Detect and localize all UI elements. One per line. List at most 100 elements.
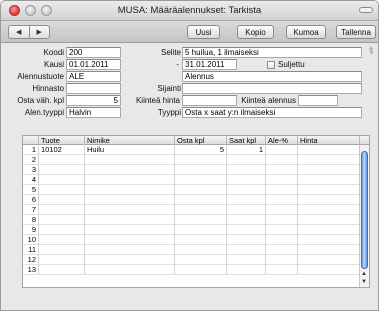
item-code-cell[interactable] <box>39 265 85 275</box>
description-field[interactable]: 5 huilua, 1 ilmaiseksi <box>182 47 362 58</box>
table-row[interactable]: 7 <box>23 205 369 215</box>
buy-qty-cell[interactable] <box>175 185 227 195</box>
table-row[interactable]: 8 <box>23 215 369 225</box>
item-code-cell[interactable] <box>39 165 85 175</box>
table-row[interactable]: 9 <box>23 225 369 235</box>
discount-pct-cell[interactable] <box>266 205 298 215</box>
get-qty-cell[interactable] <box>227 175 266 185</box>
scrollbar-thumb[interactable] <box>361 151 368 269</box>
price-cell[interactable] <box>298 265 360 275</box>
price-cell[interactable] <box>298 225 360 235</box>
item-code-cell[interactable] <box>39 155 85 165</box>
table-row[interactable]: 3 <box>23 165 369 175</box>
item-name-cell[interactable] <box>85 175 175 185</box>
buy-qty-cell[interactable] <box>175 205 227 215</box>
discount-pct-cell[interactable] <box>266 265 298 275</box>
scroll-down-arrow-icon[interactable]: ▼ <box>361 279 367 285</box>
column-header-buy-qty[interactable]: Osta kpl <box>175 136 227 145</box>
get-qty-cell[interactable] <box>227 185 266 195</box>
item-code-cell[interactable] <box>39 255 85 265</box>
discount-pct-cell[interactable] <box>266 145 298 155</box>
buy-qty-cell[interactable] <box>175 225 227 235</box>
item-code-cell[interactable] <box>39 225 85 235</box>
discount-item-field[interactable]: ALE <box>66 71 121 82</box>
closed-checkbox[interactable] <box>267 61 275 69</box>
item-name-cell[interactable] <box>85 195 175 205</box>
discount-pct-cell[interactable] <box>266 185 298 195</box>
buy-qty-cell[interactable] <box>175 265 227 275</box>
get-qty-cell[interactable] <box>227 205 266 215</box>
copy-button[interactable]: Kopio <box>237 25 274 39</box>
table-row[interactable]: 6 <box>23 195 369 205</box>
previous-record-button[interactable]: ◀ <box>9 26 29 38</box>
price-cell[interactable] <box>298 165 360 175</box>
fixed-discount-field[interactable] <box>298 95 338 106</box>
discount-pct-cell[interactable] <box>266 225 298 235</box>
item-code-cell[interactable] <box>39 195 85 205</box>
price-cell[interactable] <box>298 205 360 215</box>
item-code-cell[interactable] <box>39 185 85 195</box>
period-start-field[interactable]: 01.01.2011 <box>66 59 121 70</box>
item-name-cell[interactable]: Huilu <box>85 145 175 155</box>
discount-pct-cell[interactable] <box>266 155 298 165</box>
buy-qty-cell[interactable] <box>175 255 227 265</box>
get-qty-cell[interactable] <box>227 225 266 235</box>
table-row[interactable]: 2 <box>23 155 369 165</box>
table-row[interactable]: 13 <box>23 265 369 275</box>
get-qty-cell[interactable] <box>227 195 266 205</box>
column-header-price[interactable]: Hinta <box>298 136 360 145</box>
min-quantity-field[interactable]: 5 <box>66 95 121 106</box>
new-button[interactable]: Uusi <box>187 25 220 39</box>
item-name-cell[interactable] <box>85 225 175 235</box>
price-cell[interactable] <box>298 145 360 155</box>
item-code-cell[interactable] <box>39 205 85 215</box>
column-header-discount-pct[interactable]: Ale-% <box>266 136 298 145</box>
price-cell[interactable] <box>298 255 360 265</box>
item-name-cell[interactable] <box>85 185 175 195</box>
buy-qty-cell[interactable] <box>175 155 227 165</box>
buy-qty-cell[interactable] <box>175 195 227 205</box>
item-code-cell[interactable]: 10102 <box>39 145 85 155</box>
table-row[interactable]: 10 <box>23 235 369 245</box>
get-qty-cell[interactable] <box>227 265 266 275</box>
buy-qty-cell[interactable]: 5 <box>175 145 227 155</box>
items-grid[interactable]: Tuote Nimike Osta kpl Saat kpl Ale-% Hin… <box>22 135 370 288</box>
price-cell[interactable] <box>298 185 360 195</box>
table-row[interactable]: 4 <box>23 175 369 185</box>
vertical-scrollbar[interactable]: ▲ ▼ <box>359 145 369 287</box>
column-header-name[interactable]: Nimike <box>85 136 175 145</box>
get-qty-cell[interactable] <box>227 245 266 255</box>
item-code-cell[interactable] <box>39 245 85 255</box>
table-row[interactable]: 5 <box>23 185 369 195</box>
table-row[interactable]: 12 <box>23 255 369 265</box>
item-name-cell[interactable] <box>85 245 175 255</box>
buy-qty-cell[interactable] <box>175 175 227 185</box>
get-qty-cell[interactable]: 1 <box>227 145 266 155</box>
discount-pct-cell[interactable] <box>266 255 298 265</box>
toolbar-toggle-button[interactable] <box>359 7 373 13</box>
price-list-field[interactable] <box>66 83 121 94</box>
next-record-button[interactable]: ▶ <box>28 26 50 38</box>
item-name-cell[interactable] <box>85 155 175 165</box>
scroll-up-arrow-icon[interactable]: ▲ <box>361 271 367 277</box>
price-cell[interactable] <box>298 155 360 165</box>
buy-qty-cell[interactable] <box>175 235 227 245</box>
discount-pct-cell[interactable] <box>266 195 298 205</box>
item-name-cell[interactable] <box>85 235 175 245</box>
discount-item-name-field[interactable]: Alennus <box>182 71 362 82</box>
item-code-cell[interactable] <box>39 175 85 185</box>
get-qty-cell[interactable] <box>227 235 266 245</box>
price-cell[interactable] <box>298 235 360 245</box>
discount-type-field[interactable]: Halvin <box>66 107 121 118</box>
period-end-field[interactable]: 31.01.2011 <box>182 59 237 70</box>
type-field[interactable]: Osta x saat y:n ilmaiseksi <box>182 107 362 118</box>
price-cell[interactable] <box>298 175 360 185</box>
table-row[interactable]: 1 10102 Huilu 5 1 <box>23 145 369 155</box>
location-field[interactable] <box>182 83 362 94</box>
column-header-item[interactable]: Tuote <box>39 136 85 145</box>
item-name-cell[interactable] <box>85 215 175 225</box>
item-code-cell[interactable] <box>39 235 85 245</box>
get-qty-cell[interactable] <box>227 255 266 265</box>
item-name-cell[interactable] <box>85 265 175 275</box>
item-name-cell[interactable] <box>85 205 175 215</box>
